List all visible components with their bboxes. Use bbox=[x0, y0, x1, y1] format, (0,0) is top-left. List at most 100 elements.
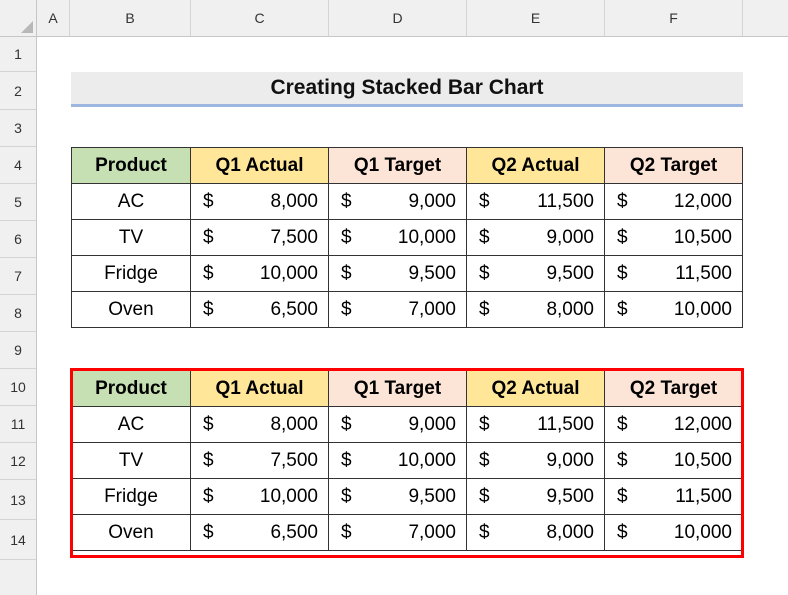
q2-target-cell[interactable]: $11,500 bbox=[604, 255, 743, 292]
q2-actual-cell[interactable]: $9,500 bbox=[466, 478, 605, 515]
select-all-corner[interactable] bbox=[0, 0, 37, 37]
row-header-13[interactable]: 13 bbox=[0, 480, 37, 520]
q2-actual-cell[interactable]: $11,500 bbox=[466, 406, 605, 443]
header-q1-target[interactable]: Q1 Target bbox=[328, 147, 467, 184]
q1-target-cell[interactable]: $9,500 bbox=[328, 478, 467, 515]
q2-actual-cell[interactable]: $8,000 bbox=[466, 291, 605, 328]
q2-actual-cell[interactable]: $9,500 bbox=[466, 255, 605, 292]
header-q2-target[interactable]: Q2 Target bbox=[604, 147, 743, 184]
product-cell[interactable]: Fridge bbox=[71, 255, 191, 292]
q2-target-cell[interactable]: $10,500 bbox=[604, 442, 743, 479]
row-header-12[interactable]: 12 bbox=[0, 443, 37, 480]
header-q2-actual[interactable]: Q2 Actual bbox=[466, 370, 605, 407]
column-header-a[interactable]: A bbox=[37, 0, 70, 37]
column-header-f[interactable]: F bbox=[605, 0, 743, 37]
header-q1-target[interactable]: Q1 Target bbox=[328, 370, 467, 407]
table-row: Oven $6,500 $7,000 $8,000 $10,000 bbox=[71, 514, 743, 551]
row-header-14[interactable]: 14 bbox=[0, 520, 37, 560]
column-header-d[interactable]: D bbox=[329, 0, 467, 37]
amount: 7,500 bbox=[270, 449, 318, 471]
row-header-7[interactable]: 7 bbox=[0, 258, 37, 295]
q1-target-cell[interactable]: $9,000 bbox=[328, 406, 467, 443]
q1-target-cell[interactable]: $10,000 bbox=[328, 442, 467, 479]
q2-target-cell[interactable]: $12,000 bbox=[604, 406, 743, 443]
q1-target-cell[interactable]: $7,000 bbox=[328, 291, 467, 328]
column-header-c[interactable]: C bbox=[191, 0, 329, 37]
q1-actual-cell[interactable]: $6,500 bbox=[190, 291, 329, 328]
q2-actual-cell[interactable]: $9,000 bbox=[466, 442, 605, 479]
product-cell[interactable]: TV bbox=[71, 219, 191, 256]
table-header-row: Product Q1 Actual Q1 Target Q2 Actual Q2… bbox=[71, 370, 743, 407]
row-header-11[interactable]: 11 bbox=[0, 406, 37, 443]
amount: 9,500 bbox=[408, 485, 456, 507]
product-cell[interactable]: Oven bbox=[71, 291, 191, 328]
q2-target-cell[interactable]: $11,500 bbox=[604, 478, 743, 515]
amount: 11,500 bbox=[537, 190, 594, 212]
header-q1-actual[interactable]: Q1 Actual bbox=[190, 147, 329, 184]
product-cell[interactable]: Oven bbox=[71, 514, 191, 551]
q1-actual-cell[interactable]: $10,000 bbox=[190, 255, 329, 292]
row-header-2[interactable]: 2 bbox=[0, 72, 37, 110]
product-cell[interactable]: Fridge bbox=[71, 478, 191, 515]
q1-target-cell[interactable]: $9,500 bbox=[328, 255, 467, 292]
product-cell[interactable]: AC bbox=[71, 183, 191, 220]
q1-actual-cell[interactable]: $7,500 bbox=[190, 442, 329, 479]
header-q2-target[interactable]: Q2 Target bbox=[604, 370, 743, 407]
q1-actual-cell[interactable]: $8,000 bbox=[190, 406, 329, 443]
row-header-9[interactable]: 9 bbox=[0, 332, 37, 369]
q1-actual-cell[interactable]: $6,500 bbox=[190, 514, 329, 551]
q1-target-cell[interactable]: $9,000 bbox=[328, 183, 467, 220]
amount: 9,000 bbox=[408, 190, 456, 212]
amount: 7,500 bbox=[270, 226, 318, 248]
amount: 11,500 bbox=[675, 262, 732, 284]
header-q1-actual[interactable]: Q1 Actual bbox=[190, 370, 329, 407]
row-header-6[interactable]: 6 bbox=[0, 221, 37, 258]
column-header-b[interactable]: B bbox=[70, 0, 191, 37]
product-cell[interactable]: TV bbox=[71, 442, 191, 479]
q2-target-cell[interactable]: $10,000 bbox=[604, 514, 743, 551]
sheet-title[interactable]: Creating Stacked Bar Chart bbox=[71, 72, 743, 107]
row-header-1[interactable]: 1 bbox=[0, 37, 37, 72]
q2-actual-cell[interactable]: $8,000 bbox=[466, 514, 605, 551]
row-header-10[interactable]: 10 bbox=[0, 369, 37, 406]
q1-actual-cell[interactable]: $10,000 bbox=[190, 478, 329, 515]
row-header-5[interactable]: 5 bbox=[0, 184, 37, 221]
amount: 9,500 bbox=[546, 485, 594, 507]
header-product[interactable]: Product bbox=[71, 147, 191, 184]
q1-actual-cell[interactable]: $7,500 bbox=[190, 219, 329, 256]
q1-target-cell[interactable]: $7,000 bbox=[328, 514, 467, 551]
q2-actual-cell[interactable]: $11,500 bbox=[466, 183, 605, 220]
amount: 9,000 bbox=[546, 226, 594, 248]
q1-actual-cell[interactable]: $8,000 bbox=[190, 183, 329, 220]
q2-target-cell[interactable]: $10,500 bbox=[604, 219, 743, 256]
amount: 12,000 bbox=[673, 190, 732, 212]
column-header-e[interactable]: E bbox=[467, 0, 605, 37]
table-row: AC $8,000 $9,000 $11,500 $12,000 bbox=[71, 406, 743, 443]
amount: 11,500 bbox=[537, 413, 594, 435]
column-header-g[interactable] bbox=[743, 0, 788, 37]
currency-symbol: $ bbox=[479, 190, 490, 212]
table-row: Fridge $10,000 $9,500 $9,500 $11,500 bbox=[71, 478, 743, 515]
header-q2-actual[interactable]: Q2 Actual bbox=[466, 147, 605, 184]
product-cell[interactable]: AC bbox=[71, 406, 191, 443]
table-row: Fridge $10,000 $9,500 $9,500 $11,500 bbox=[71, 255, 743, 292]
currency-symbol: $ bbox=[341, 190, 352, 212]
row-header-4[interactable]: 4 bbox=[0, 147, 37, 184]
row-header-3[interactable]: 3 bbox=[0, 110, 37, 147]
spreadsheet-grid[interactable]: A B C D E F 1 2 3 4 5 6 7 8 9 10 11 12 1… bbox=[0, 0, 788, 595]
q2-target-cell[interactable]: $12,000 bbox=[604, 183, 743, 220]
currency-symbol: $ bbox=[203, 226, 214, 248]
row-header-8[interactable]: 8 bbox=[0, 295, 37, 332]
q1-target-cell[interactable]: $10,000 bbox=[328, 219, 467, 256]
header-product[interactable]: Product bbox=[71, 370, 191, 407]
currency-symbol: $ bbox=[341, 262, 352, 284]
currency-symbol: $ bbox=[617, 449, 628, 471]
currency-symbol: $ bbox=[479, 262, 490, 284]
currency-symbol: $ bbox=[203, 413, 214, 435]
q2-actual-cell[interactable]: $9,000 bbox=[466, 219, 605, 256]
q2-target-cell[interactable]: $10,000 bbox=[604, 291, 743, 328]
currency-symbol: $ bbox=[341, 298, 352, 320]
currency-symbol: $ bbox=[617, 262, 628, 284]
currency-symbol: $ bbox=[479, 226, 490, 248]
table-row: TV $7,500 $10,000 $9,000 $10,500 bbox=[71, 219, 743, 256]
